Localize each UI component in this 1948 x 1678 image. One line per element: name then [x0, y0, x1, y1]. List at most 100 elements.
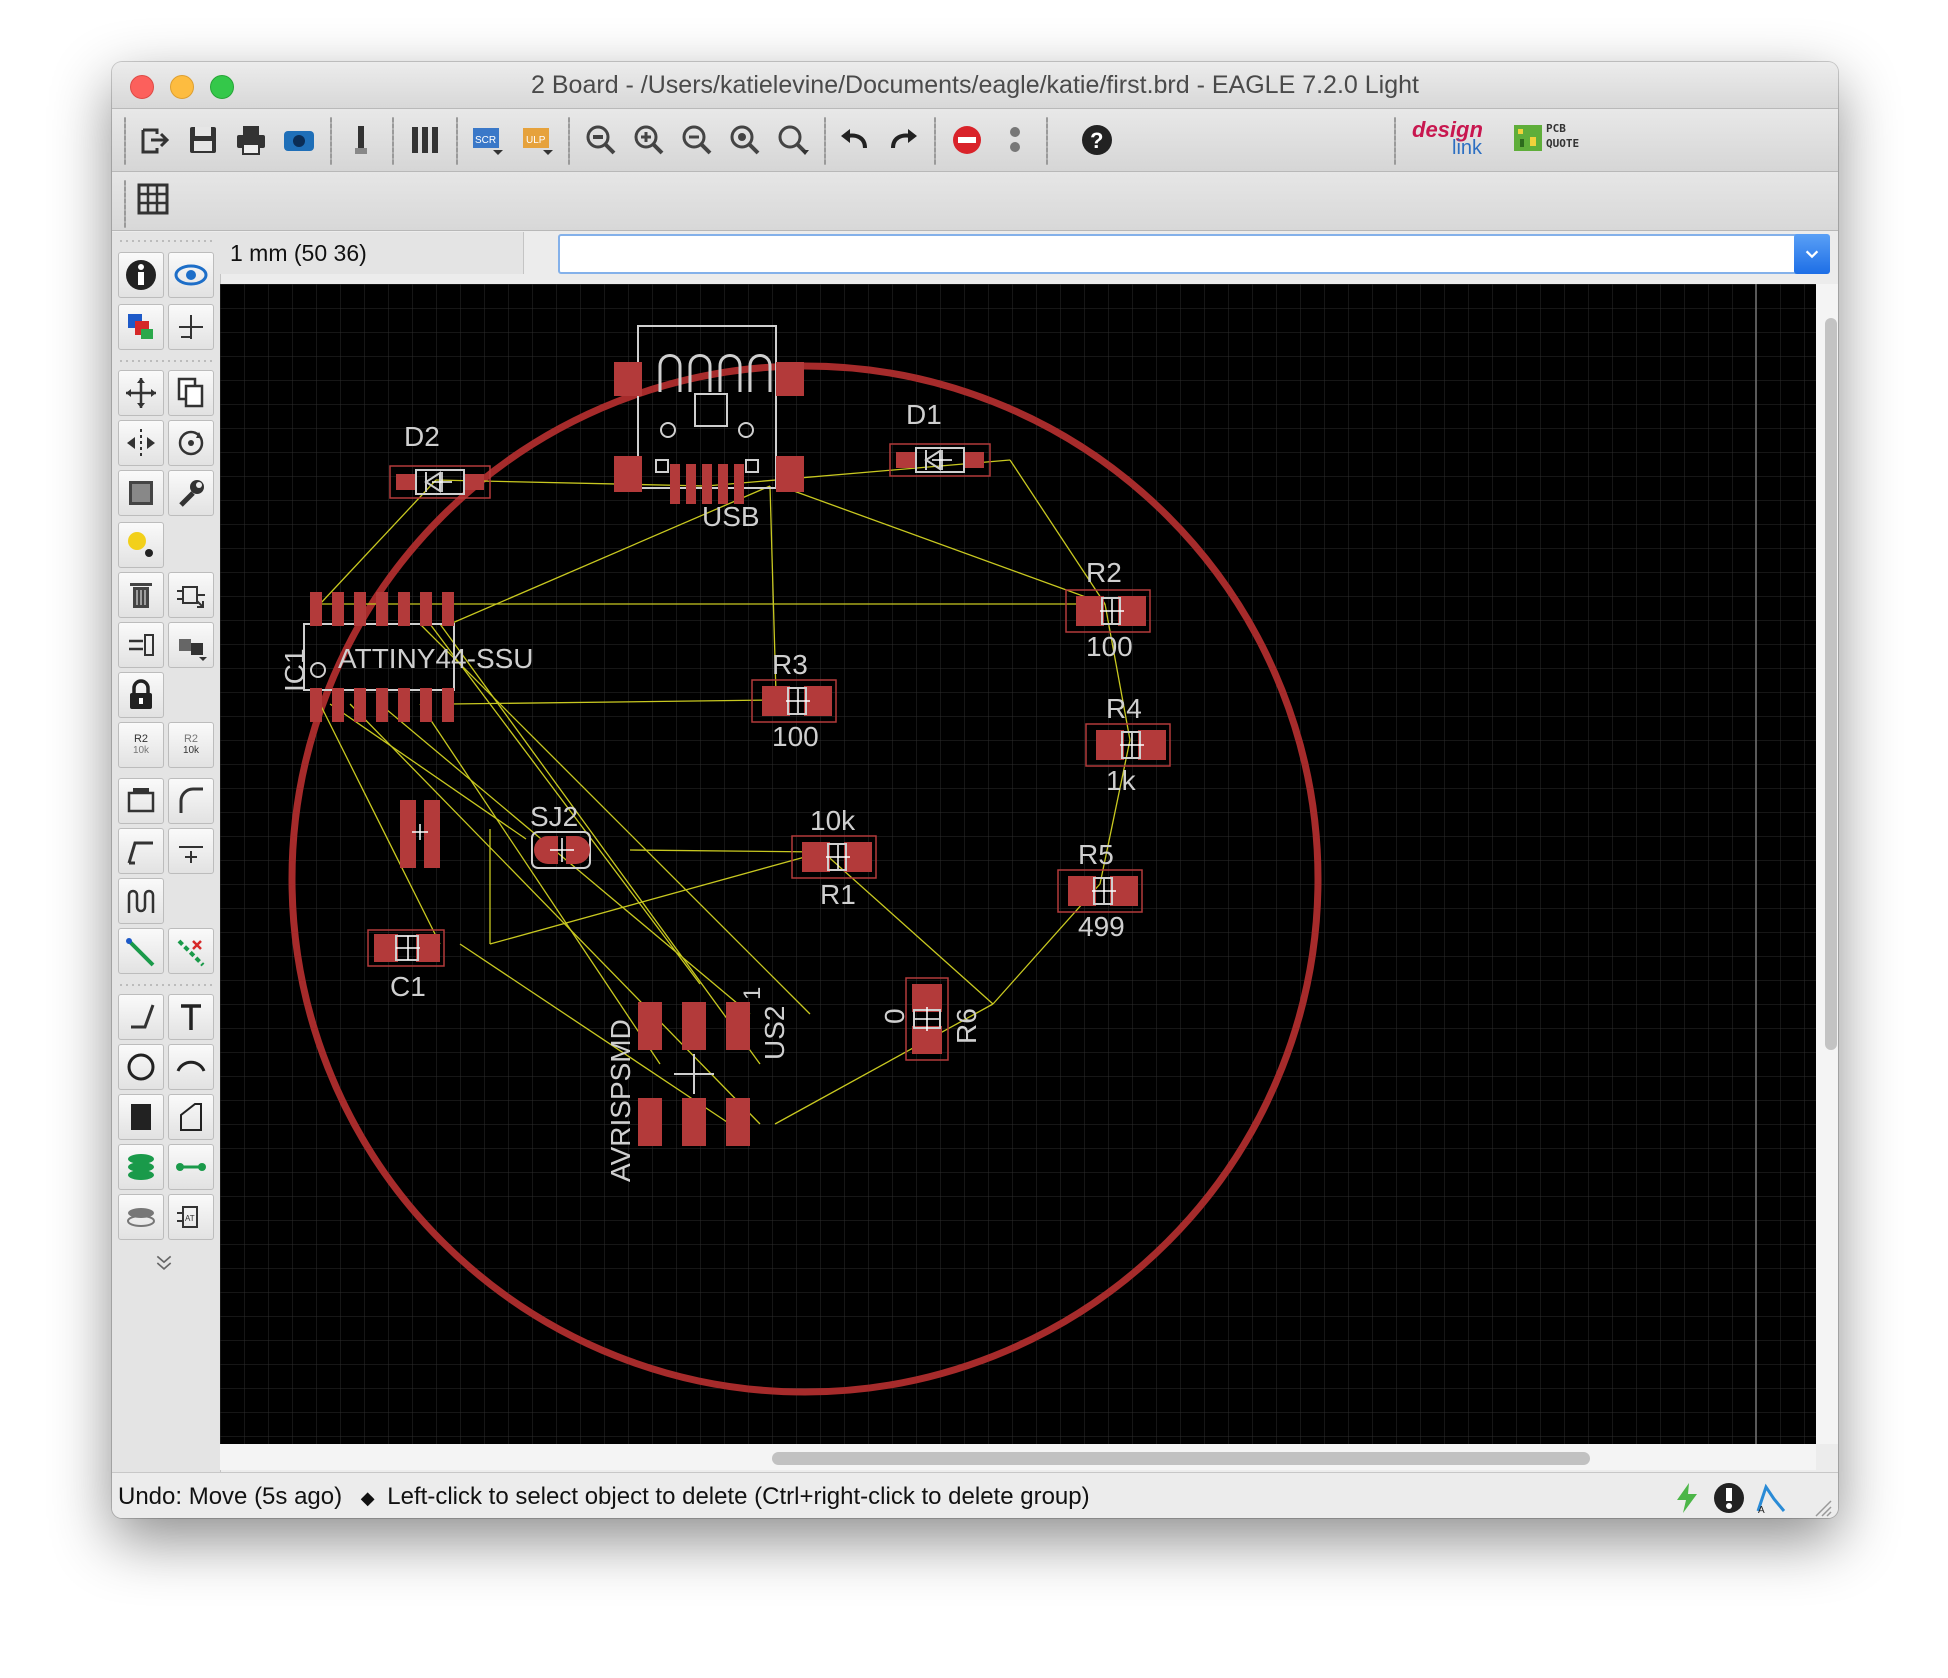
smash-icon[interactable] — [118, 778, 164, 824]
tool-panel: R2 10k R2 10k AT — [112, 232, 221, 1472]
rotate-icon[interactable] — [168, 420, 214, 466]
undo-status: Undo: Move (5s ago) — [118, 1483, 343, 1510]
split-icon[interactable] — [118, 828, 164, 874]
pcb-quote-line1: PCB — [1546, 122, 1566, 135]
status-text: Undo: Move (5s ago) ◆ Left-click to sele… — [118, 1483, 1090, 1511]
pcb-quote-button[interactable]: PCB QUOTE — [1512, 121, 1586, 155]
avrispsmd-label: AVRISPSMD — [605, 1019, 636, 1182]
add-part-icon[interactable] — [168, 572, 214, 618]
hole-icon[interactable] — [118, 1194, 164, 1240]
zoom-fit-icon[interactable] — [580, 119, 622, 161]
zoom-select-icon[interactable] — [724, 119, 766, 161]
r4-label: R4 — [1106, 693, 1142, 724]
lock-icon[interactable] — [118, 672, 164, 718]
script-icon[interactable]: SCR — [466, 119, 508, 161]
resize-grip-icon[interactable] — [1812, 1499, 1832, 1517]
ripup-icon[interactable] — [168, 928, 214, 974]
status-bar: Undo: Move (5s ago) ◆ Left-click to sele… — [112, 1472, 1838, 1518]
lightning-icon[interactable] — [1670, 1481, 1704, 1515]
expand-toolbar-icon[interactable] — [144, 1250, 184, 1276]
group-icon[interactable] — [118, 470, 164, 516]
pinswap-icon[interactable] — [118, 622, 164, 668]
autorouter-icon[interactable]: A — [1754, 1481, 1788, 1515]
miter-icon[interactable] — [168, 778, 214, 824]
r4-value-label: 1k — [1106, 765, 1137, 796]
show-eye-icon[interactable] — [168, 252, 214, 298]
svg-text:?: ? — [1090, 128, 1103, 153]
paste-icon[interactable] — [118, 522, 164, 568]
arc-icon[interactable] — [168, 1044, 214, 1090]
go-icon[interactable] — [994, 119, 1036, 161]
cam-icon[interactable] — [278, 119, 320, 161]
attribute-icon[interactable]: AT — [168, 1194, 214, 1240]
name-button-top: R2 — [133, 733, 149, 745]
board-canvas[interactable]: USB D2 D1 ATTINY44-SSU IC1 R2 100 R3 100… — [220, 284, 1816, 1444]
library-icon[interactable] — [404, 119, 446, 161]
value-button[interactable]: R2 10k — [168, 722, 214, 768]
wire-icon[interactable] — [118, 994, 164, 1040]
redo-icon[interactable] — [882, 119, 924, 161]
undo-icon[interactable] — [834, 119, 876, 161]
info-icon[interactable] — [118, 252, 164, 298]
r6-label: R6 — [951, 1008, 982, 1044]
signal-icon[interactable] — [168, 1144, 214, 1190]
usb-label: USB — [702, 501, 760, 532]
name-button-bottom: 10k — [132, 745, 150, 756]
value-button-bottom: 10k — [182, 745, 200, 756]
zoom-out-icon[interactable] — [676, 119, 718, 161]
diamond-icon: ◆ — [360, 1488, 375, 1508]
r3-label: R3 — [772, 649, 808, 680]
d1-label: D1 — [906, 399, 942, 430]
route-icon[interactable] — [118, 928, 164, 974]
grid-icon[interactable] — [132, 178, 174, 220]
export-icon[interactable] — [340, 119, 382, 161]
rectangle-icon[interactable] — [118, 1094, 164, 1140]
r2-value-label: 100 — [1086, 631, 1133, 662]
r6-value-label: 0 — [879, 1008, 910, 1024]
c1-label: C1 — [390, 971, 426, 1002]
mirror-icon[interactable] — [118, 420, 164, 466]
svg-text:ULP: ULP — [526, 135, 546, 146]
via-icon[interactable] — [118, 1144, 164, 1190]
text-icon[interactable] — [168, 994, 214, 1040]
horizontal-scroll-thumb[interactable] — [772, 1452, 1590, 1465]
board-drawing[interactable]: USB D2 D1 ATTINY44-SSU IC1 R2 100 R3 100… — [220, 284, 1816, 1444]
open-icon[interactable] — [134, 119, 176, 161]
us2-label: US2 — [759, 1006, 790, 1060]
display-layers-icon[interactable] — [118, 304, 164, 350]
name-button[interactable]: R2 10k — [118, 722, 164, 768]
move-icon[interactable] — [118, 370, 164, 416]
alert-icon[interactable] — [1712, 1481, 1746, 1515]
circle-icon[interactable] — [118, 1044, 164, 1090]
design-link-logo-text[interactable]: link — [1452, 137, 1482, 160]
ulp-icon[interactable]: ULP — [516, 119, 558, 161]
mark-icon[interactable] — [168, 304, 214, 350]
main-toolbar: SCR ULP ? design link PCB QUOTE — [112, 109, 1838, 172]
optimize-icon[interactable] — [168, 828, 214, 874]
vertical-scroll-thumb[interactable] — [1825, 318, 1837, 1050]
svg-text:SCR: SCR — [475, 135, 496, 146]
save-icon[interactable] — [182, 119, 224, 161]
sj2-label: SJ2 — [530, 801, 578, 832]
r1-value-label: 10k — [810, 805, 856, 836]
parameter-toolbar — [112, 172, 1838, 231]
print-icon[interactable] — [230, 119, 272, 161]
status-message: Left-click to select object to delete (C… — [387, 1483, 1090, 1510]
help-icon[interactable]: ? — [1076, 119, 1118, 161]
replace-icon[interactable] — [168, 622, 214, 668]
meander-icon[interactable] — [118, 878, 164, 924]
zoom-in-icon[interactable] — [628, 119, 670, 161]
pcb-quote-line2: QUOTE — [1546, 137, 1580, 150]
command-line-input[interactable] — [558, 234, 1822, 274]
command-history-dropdown[interactable] — [1794, 234, 1830, 274]
stop-icon[interactable] — [946, 119, 988, 161]
d2-label: D2 — [404, 421, 440, 452]
coordinate-display: 1 mm (50 36) — [220, 232, 524, 274]
r5-value-label: 499 — [1078, 911, 1125, 942]
copy-icon[interactable] — [168, 370, 214, 416]
delete-icon[interactable] — [118, 572, 164, 618]
change-wrench-icon[interactable] — [168, 470, 214, 516]
polygon-icon[interactable] — [168, 1094, 214, 1140]
r2-label: R2 — [1086, 557, 1122, 588]
zoom-redraw-icon[interactable] — [772, 119, 814, 161]
